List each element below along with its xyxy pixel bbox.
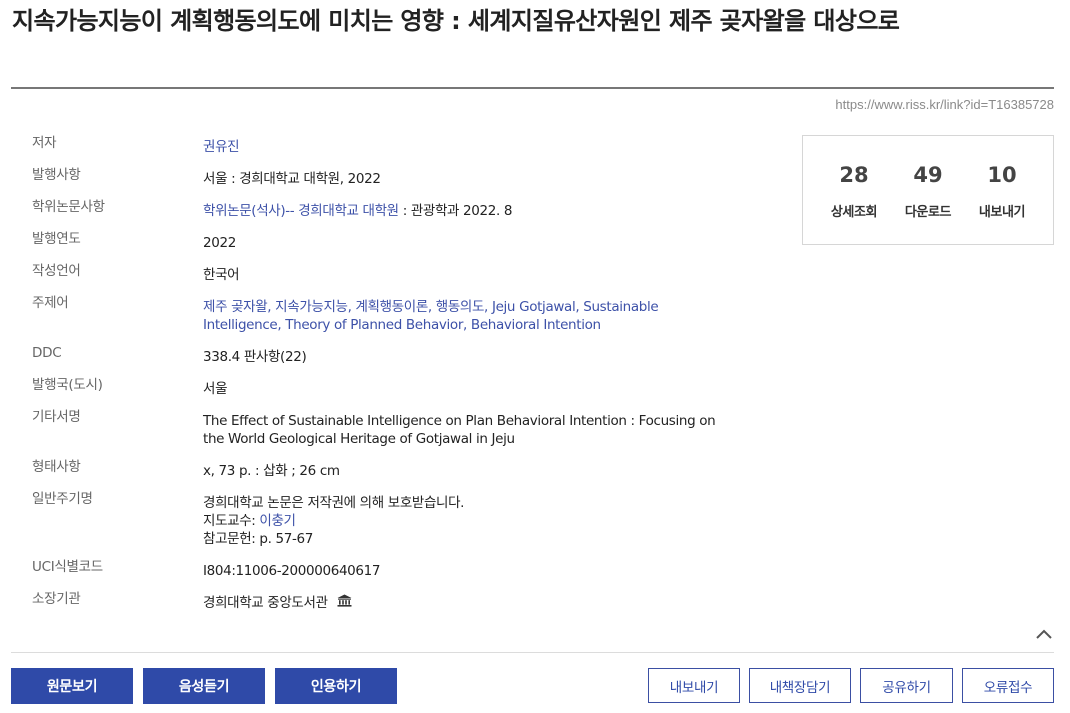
meta-value: 경희대학교 중앙도서관 [203, 590, 722, 612]
subject-keywords[interactable]: 제주 곶자왈, 지속가능지능, 계획행동이론, 행동의도, Jeju Gotja… [203, 294, 722, 334]
stat-value: 10 [987, 163, 1017, 187]
meta-label: 작성언어 [32, 263, 81, 279]
meta-label: 형태사항 [32, 459, 81, 475]
meta-label: 학위논문사항 [32, 199, 105, 215]
stat-label: 상세조회 [830, 205, 878, 220]
meta-label: UCI식별코드 [32, 559, 103, 575]
advisor-link[interactable]: 이충기 [259, 513, 296, 529]
meta-row-alt-title: 기타서명 The Effect of Sustainable Intellige… [32, 408, 722, 458]
permalink-url[interactable]: https://www.riss.kr/link?id=T16385728 [835, 97, 1054, 112]
meta-value: 2022 [203, 235, 236, 251]
meta-row-author: 저자 권유진 [32, 134, 722, 166]
meta-row-publication: 발행사항 서울 : 경희대학교 대학원, 2022 [32, 166, 722, 198]
meta-row-subject: 주제어 제주 곶자왈, 지속가능지능, 계획행동이론, 행동의도, Jeju G… [32, 294, 722, 344]
notes-line: 지도교수: 이충기 [203, 512, 722, 530]
meta-row-ddc: DDC 338.4 판사항(22) [32, 344, 722, 376]
meta-row-year: 발행연도 2022 [32, 230, 722, 262]
stat-value: 28 [839, 163, 869, 187]
meta-row-format: 형태사항 x, 73 p. : 삽화 ; 26 cm [32, 458, 722, 490]
listen-audio-button[interactable]: 음성듣기 [143, 668, 265, 704]
meta-value: I804:11006-200000640617 [203, 563, 381, 579]
stat-label: 내보내기 [978, 205, 1026, 220]
meta-value: 서울 [203, 381, 228, 397]
meta-label: DDC [32, 345, 62, 361]
meta-row-holding: 소장기관 경희대학교 중앙도서관 [32, 590, 722, 622]
meta-label: 일반주기명 [32, 491, 93, 507]
stat-exports: 10 내보내기 [978, 136, 1026, 244]
degree-link[interactable]: 학위논문(석사)-- 경희대학교 대학원 [203, 203, 399, 219]
stat-value: 49 [913, 163, 943, 187]
meta-label: 저자 [32, 135, 57, 151]
alt-title-line: The Effect of Sustainable Intelligence o… [203, 413, 716, 429]
chevron-up-icon[interactable] [1034, 626, 1054, 642]
meta-value: 한국어 [203, 267, 240, 283]
page-title: 지속가능지능이 계획행동의도에 미치는 영향 : 세계지질유산자원인 제주 곶자… [12, 7, 900, 35]
meta-label: 발행연도 [32, 231, 81, 247]
stat-views: 28 상세조회 [830, 136, 878, 244]
meta-row-country: 발행국(도시) 서울 [32, 376, 722, 408]
notes-line: 경희대학교 논문은 저작권에 의해 보호받습니다. [203, 495, 465, 511]
author-link[interactable]: 권유진 [203, 134, 722, 156]
subject-line[interactable]: 제주 곶자왈, 지속가능지능, 계획행동이론, 행동의도, Jeju Gotja… [203, 298, 722, 316]
meta-row-language: 작성언어 한국어 [32, 262, 722, 294]
library-building-icon[interactable] [337, 594, 352, 607]
meta-value: The Effect of Sustainable Intelligence o… [203, 408, 722, 448]
stat-label: 다운로드 [904, 205, 952, 220]
holding-library: 경희대학교 중앙도서관 [203, 595, 328, 611]
report-error-button[interactable]: 오류접수 [962, 668, 1054, 703]
meta-value: 338.4 판사항(22) [203, 349, 307, 365]
stat-downloads: 49 다운로드 [904, 136, 952, 244]
meta-label: 주제어 [32, 295, 69, 311]
meta-value: 학위논문(석사)-- 경희대학교 대학원 : 관광학과 2022. 8 [203, 198, 722, 220]
actions-divider [11, 652, 1054, 653]
title-divider [11, 87, 1054, 89]
export-button[interactable]: 내보내기 [648, 668, 740, 703]
meta-value: x, 73 p. : 삽화 ; 26 cm [203, 463, 340, 479]
usage-stats-panel: 28 상세조회 49 다운로드 10 내보내기 [802, 135, 1054, 245]
degree-detail: : 관광학과 2022. 8 [398, 203, 513, 219]
meta-value: 경희대학교 논문은 저작권에 의해 보호받습니다. 지도교수: 이충기 참고문헌… [203, 490, 722, 548]
metadata-list: 저자 권유진 발행사항 서울 : 경희대학교 대학원, 2022 학위논문사항 … [32, 134, 722, 622]
notes-line: 참고문헌: p. 57-67 [203, 531, 313, 547]
meta-value: 서울 : 경희대학교 대학원, 2022 [203, 171, 381, 187]
view-fulltext-button[interactable]: 원문보기 [11, 668, 133, 704]
cite-button[interactable]: 인용하기 [275, 668, 397, 704]
meta-label: 소장기관 [32, 591, 81, 607]
meta-row-notes: 일반주기명 경희대학교 논문은 저작권에 의해 보호받습니다. 지도교수: 이충… [32, 490, 722, 558]
add-to-bookshelf-button[interactable]: 내책장담기 [749, 668, 851, 703]
meta-row-degree: 학위논문사항 학위논문(석사)-- 경희대학교 대학원 : 관광학과 2022.… [32, 198, 722, 230]
meta-row-uci: UCI식별코드 I804:11006-200000640617 [32, 558, 722, 590]
advisor-prefix: 지도교수: [203, 513, 260, 529]
meta-label: 발행사항 [32, 167, 81, 183]
subject-line[interactable]: Intelligence, Theory of Planned Behavior… [203, 316, 722, 334]
alt-title-line: the World Geological Heritage of Gotjawa… [203, 431, 515, 447]
meta-label: 기타서명 [32, 409, 81, 425]
share-button[interactable]: 공유하기 [860, 668, 953, 703]
meta-label: 발행국(도시) [32, 377, 103, 393]
